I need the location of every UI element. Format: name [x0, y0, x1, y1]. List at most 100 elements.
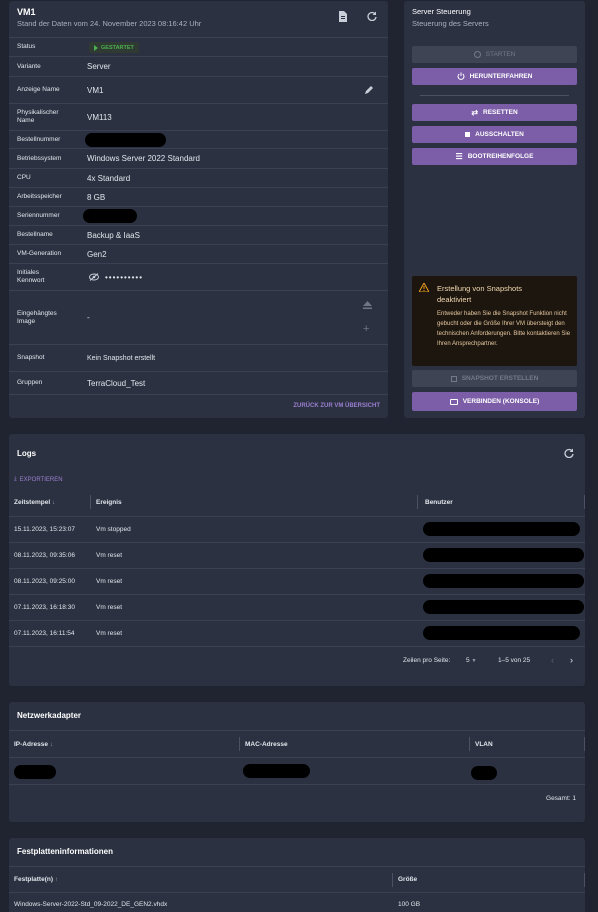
download-icon: ⤓ — [14, 476, 17, 482]
eject-icon[interactable] — [363, 301, 372, 311]
row-label: Betriebssystem — [17, 154, 62, 162]
edit-icon[interactable] — [364, 85, 374, 97]
export-label: EXPORTIEREN — [19, 476, 63, 483]
column-header-vlan[interactable]: VLAN — [475, 741, 493, 748]
info-row: VM-Generation Gen2 — [9, 245, 388, 264]
logs-card: Logs ⤓ EXPORTIEREN Zeitstempel ↓ Ereigni… — [9, 434, 585, 686]
info-row: Seriennummer — [9, 207, 388, 226]
next-page-icon[interactable]: › — [570, 655, 573, 665]
table-row: 15.11.2023, 15:23:07 Vm stopped — [9, 517, 585, 543]
row-value: Windows Server 2022 Standard — [87, 154, 200, 163]
column-header-disk[interactable]: Festplatte(n) ↑ — [14, 876, 58, 883]
refresh-icon[interactable] — [564, 448, 574, 460]
connect-console-button[interactable]: VERBINDEN (KONSOLE) — [412, 392, 577, 411]
info-row: Betriebssystem Windows Server 2022 Stand… — [9, 149, 388, 169]
warning-icon — [418, 281, 430, 294]
column-label: Festplatte(n) — [14, 876, 53, 883]
column-header-event[interactable]: Ereignis — [96, 499, 122, 506]
column-header-ip[interactable]: IP-Adresse ↓ — [14, 741, 53, 748]
info-row: Variante Server — [9, 57, 388, 77]
row-value: - — [87, 313, 90, 322]
rows-per-page-select[interactable]: 5 ▼ — [466, 657, 476, 664]
row-label: Arbeitsspeicher — [17, 193, 62, 200]
info-row: Arbeitsspeicher 8 GB — [9, 188, 388, 207]
visibility-off-icon[interactable] — [89, 273, 99, 283]
power-off-button[interactable]: AUSSCHALTEN — [412, 126, 577, 143]
boot-order-button[interactable]: ☰ BOOTREIHENFOLGE — [412, 148, 577, 165]
row-value: Backup & IaaS — [87, 230, 140, 240]
add-icon[interactable]: + — [363, 324, 369, 335]
table-row: 08.11.2023, 09:25:00 Vm reset — [9, 569, 585, 595]
start-label: STARTEN — [485, 51, 516, 58]
column-header-time[interactable]: Zeitstempel ↓ — [14, 499, 55, 506]
row-label: VM-Generation — [17, 250, 62, 257]
snapshot-label: SNAPSHOT ERSTELLEN — [461, 375, 539, 382]
rows-per-page-value: 5 — [466, 657, 470, 664]
redacted-value — [83, 209, 137, 223]
row-label: CPU — [17, 174, 31, 181]
snapshot-button[interactable]: SNAPSHOT ERSTELLEN — [412, 370, 577, 387]
snapshot-warning: Erstellung von Snapshots deaktiviert Ent… — [412, 276, 577, 366]
reset-label: RESETTEN — [483, 109, 518, 116]
document-icon[interactable] — [337, 10, 347, 22]
stop-icon — [465, 132, 471, 137]
export-button[interactable]: ⤓ EXPORTIEREN — [14, 476, 63, 483]
warning-title: Erstellung von Snapshots deaktiviert — [437, 284, 523, 304]
arrow-down-icon: ↓ — [49, 741, 54, 748]
cell-event: Vm reset — [96, 552, 123, 559]
info-row: Eingehängtes Image - + — [9, 291, 388, 345]
shutdown-label: HERUNTERFAHREN — [469, 73, 533, 80]
column-header-size[interactable]: Größe — [398, 876, 417, 883]
redacted-value — [85, 132, 166, 147]
redacted-user — [423, 574, 584, 588]
keyboard-icon — [449, 398, 458, 405]
cell-event: Vm reset — [96, 604, 123, 611]
table-row — [9, 758, 585, 785]
boot-order-label: BOOTREIHENFOLGE — [467, 153, 534, 160]
row-label: Gruppen — [17, 379, 43, 386]
row-value: Kein Snapshot erstellt — [87, 354, 156, 362]
divider — [420, 95, 569, 96]
rows-per-page-label: Zeilen pro Seite: — [403, 657, 451, 664]
pagination: Zeilen pro Seite: 5 ▼ 1–5 von 25 ‹ › — [9, 652, 585, 670]
back-to-overview-link[interactable]: ZURÜCK ZUR VM ÜBERSICHT — [293, 403, 380, 409]
row-label: Variante — [17, 62, 41, 70]
row-value: VM1 — [87, 85, 104, 95]
previous-page-icon[interactable]: ‹ — [551, 655, 554, 665]
cell-time: 15.11.2023, 15:23:07 — [14, 526, 75, 533]
info-row: Initiales Kennwort •••••••••• — [9, 264, 388, 291]
refresh-icon[interactable] — [366, 10, 378, 22]
column-label: Zeitstempel — [14, 499, 51, 506]
cell-disk-size: 100 GB — [398, 901, 421, 908]
table-row: 07.11.2023, 16:11:54 Vm reset — [9, 621, 585, 647]
redacted-user — [423, 548, 584, 562]
table-header: Zeitstempel ↓ Ereignis Benutzer — [9, 494, 585, 511]
play-circle-icon — [473, 51, 481, 58]
start-button[interactable]: STARTEN — [412, 46, 577, 63]
info-row: Gruppen TerraCloud_Test — [9, 372, 388, 395]
warning-text: Entweder haben Sie die Snapshot Funktion… — [437, 311, 571, 347]
save-icon — [450, 375, 457, 382]
cell-time: 08.11.2023, 09:25:00 — [14, 578, 75, 585]
redacted-user — [423, 522, 580, 536]
network-total: Gesamt: 1 — [546, 795, 576, 802]
redacted-vlan — [471, 766, 497, 780]
status-badge: GESTARTET — [89, 42, 139, 53]
column-header-mac[interactable]: MAC-Adresse — [245, 741, 288, 748]
reset-button[interactable]: ⇄ RESETTEN — [412, 104, 577, 121]
row-label: Snapshot — [17, 354, 45, 361]
caret-down-icon: ▼ — [471, 658, 477, 664]
row-value: TerraCloud_Test — [87, 378, 146, 388]
list-icon: ☰ — [455, 152, 463, 161]
play-icon — [94, 44, 98, 51]
arrow-up-icon: ↑ — [54, 876, 59, 883]
column-label: IP-Adresse — [14, 741, 48, 748]
row-label: Initiales Kennwort — [17, 269, 45, 284]
network-card: Netzwerkadapter IP-Adresse ↓ MAC-Adresse… — [9, 702, 585, 822]
disk-title: Festplatteninformationen — [17, 847, 114, 856]
swap-icon: ⇄ — [471, 108, 479, 117]
column-header-user[interactable]: Benutzer — [425, 499, 453, 506]
shutdown-button[interactable]: HERUNTERFAHREN — [412, 68, 577, 85]
page-title: VM1 — [17, 7, 36, 17]
cell-time: 08.11.2023, 09:35:06 — [14, 552, 75, 559]
